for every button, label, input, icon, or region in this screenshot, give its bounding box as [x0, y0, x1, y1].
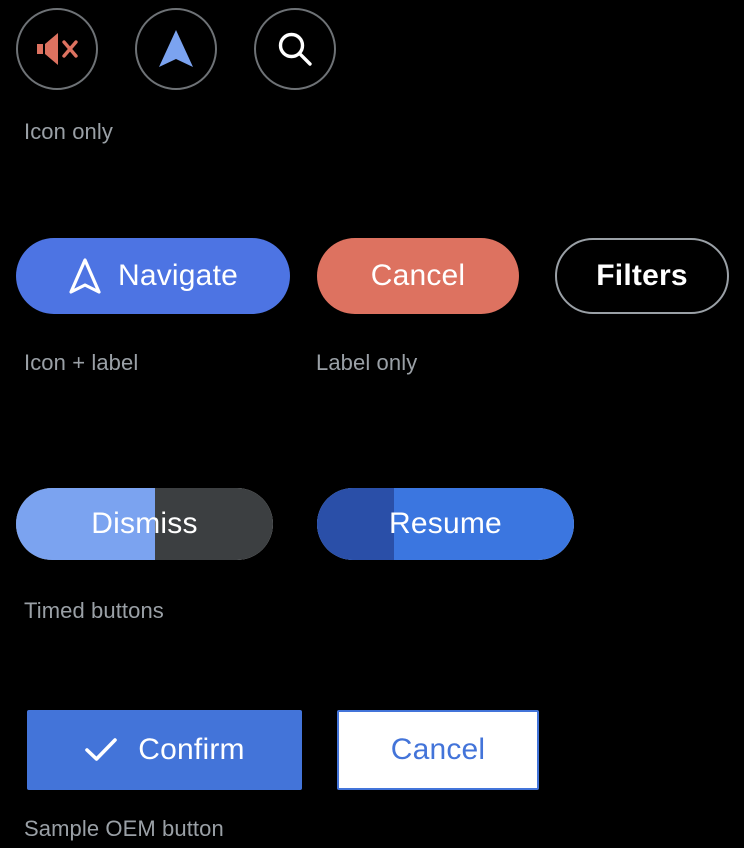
navigate-button[interactable]: [135, 8, 217, 90]
timed-buttons-caption: Timed buttons: [24, 598, 164, 623]
resume-progress-fill: [317, 488, 395, 560]
mute-button[interactable]: [16, 8, 98, 90]
search-button[interactable]: [254, 8, 336, 90]
check-icon: [84, 737, 118, 763]
search-icon: [275, 29, 315, 69]
dismiss-button[interactable]: Dismiss: [16, 488, 273, 560]
confirm-button[interactable]: Confirm: [27, 710, 302, 790]
icon-only-caption: Icon only: [24, 119, 113, 144]
dismiss-button-label: Dismiss: [91, 507, 198, 540]
button-gallery-screen: Icon only Navigate Cancel Filters Icon +…: [0, 0, 744, 848]
oem-buttons-caption: Sample OEM button: [24, 816, 224, 841]
cancel-button-label: Cancel: [370, 259, 466, 292]
confirm-button-label: Confirm: [138, 733, 245, 766]
cancel-button[interactable]: Cancel: [317, 238, 519, 314]
cancel-button-label: Cancel: [390, 733, 486, 766]
navigation-arrow-icon: [156, 28, 196, 70]
navigation-arrow-icon: [68, 257, 102, 295]
label-only-caption: Label only: [316, 350, 418, 375]
resume-button[interactable]: Resume: [317, 488, 574, 560]
filters-button[interactable]: Filters: [555, 238, 729, 314]
navigate-button-label: Navigate: [117, 259, 238, 292]
cancel-button[interactable]: Cancel: [337, 710, 539, 790]
navigate-button[interactable]: Navigate: [16, 238, 290, 314]
resume-button-label: Resume: [389, 507, 502, 540]
filters-button-label: Filters: [596, 259, 688, 292]
icon-plus-label-caption: Icon + label: [24, 350, 139, 375]
volume-mute-icon: [34, 30, 80, 68]
